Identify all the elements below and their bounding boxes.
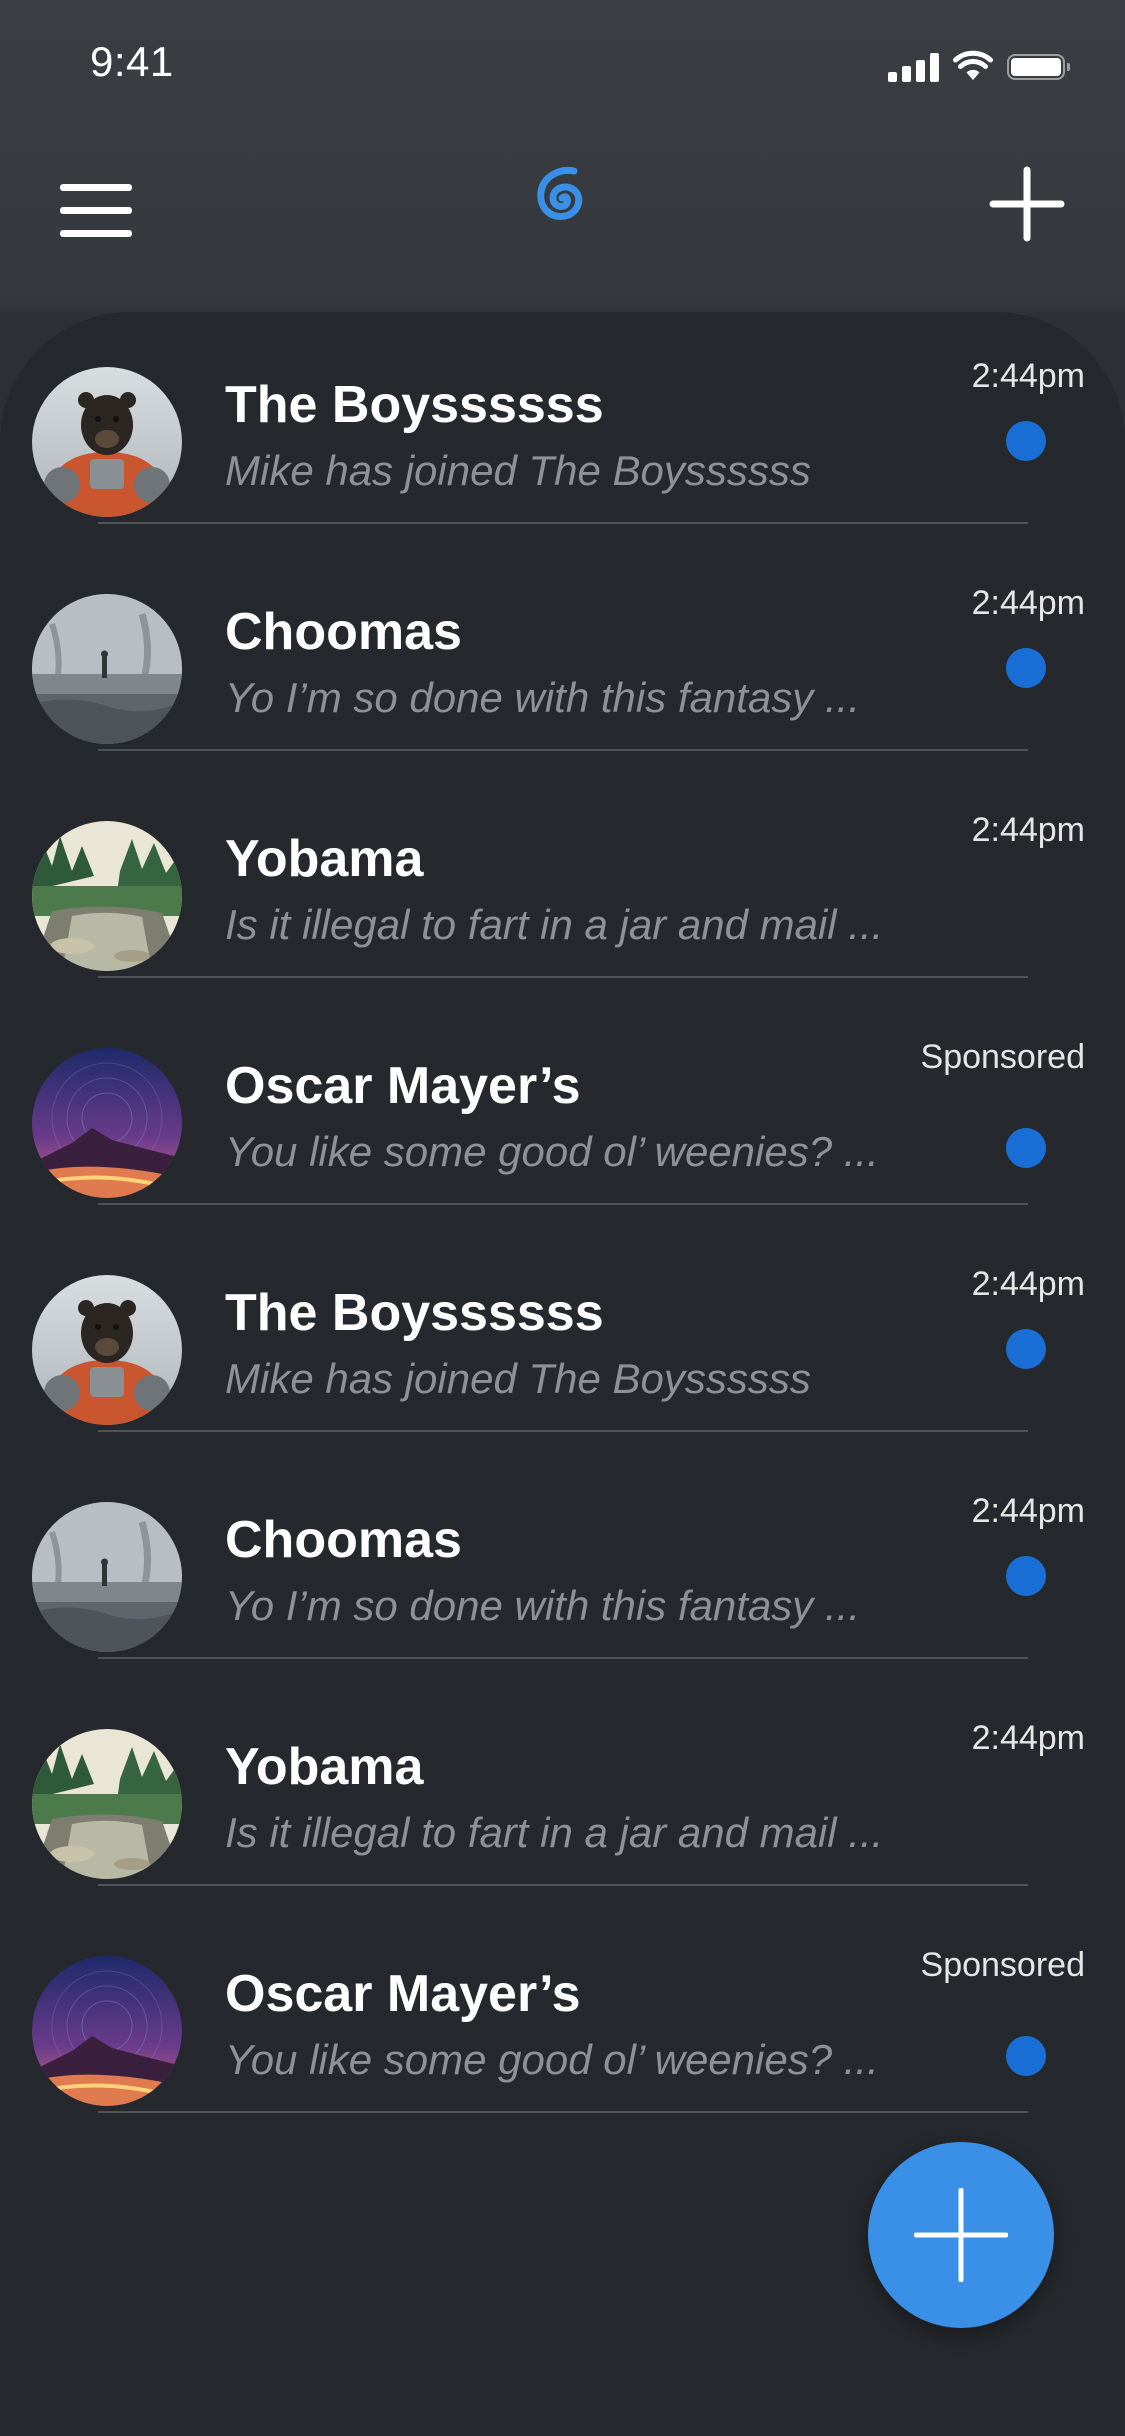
message-preview: Yo I’m so done with this fantasy ... xyxy=(225,674,860,721)
conversation-name: Yobama xyxy=(225,1738,424,1796)
conversation-row[interactable]: Yobama Is it illegal to fart in a jar and… xyxy=(0,751,1125,978)
conversation-name: Oscar Mayer’s xyxy=(225,1965,581,2023)
conversation-name: The Boyssssss xyxy=(225,376,604,434)
timestamp: 2:44pm xyxy=(971,1492,1085,1530)
status-time: 9:41 xyxy=(90,38,174,85)
sponsored-label: Sponsored xyxy=(920,1038,1085,1076)
avatar xyxy=(32,1729,182,1879)
unread-indicator-icon xyxy=(1006,1556,1046,1596)
unread-indicator-icon xyxy=(1006,648,1046,688)
avatar xyxy=(32,1956,182,2106)
conversation-row[interactable]: The Boyssssss Mike has joined The Boyssss… xyxy=(0,1205,1125,1432)
conversation-panel: The Boyssssss Mike has joined The Boyssss… xyxy=(0,312,1125,2436)
timestamp: 2:44pm xyxy=(971,1719,1085,1757)
conversation-name: Oscar Mayer’s xyxy=(225,1057,581,1115)
avatar xyxy=(32,821,182,971)
message-preview: Is it illegal to fart in a jar and mail … xyxy=(225,901,884,948)
app-screen: 9:41 The Boyssssss Mike has joined The B… xyxy=(0,0,1125,2436)
message-preview: Is it illegal to fart in a jar and mail … xyxy=(225,1809,884,1856)
timestamp: 2:44pm xyxy=(971,357,1085,395)
spiral-logo-icon xyxy=(537,166,583,220)
conversation-name: Choomas xyxy=(225,1511,462,1569)
conversation-name: Yobama xyxy=(225,830,424,888)
unread-indicator-icon xyxy=(1006,1329,1046,1369)
battery-icon xyxy=(1007,54,1070,80)
compose-fab-button[interactable] xyxy=(868,2142,1054,2328)
plus-icon xyxy=(989,166,1065,242)
message-preview: Mike has joined The Boyssssss xyxy=(225,447,811,494)
unread-indicator-icon xyxy=(1006,2036,1046,2076)
wifi-icon xyxy=(953,50,993,80)
message-preview: You like some good ol’ weenies? ... xyxy=(225,1128,879,1175)
conversation-name: The Boyssssss xyxy=(225,1284,604,1342)
avatar xyxy=(32,1048,182,1198)
menu-button[interactable] xyxy=(60,170,140,250)
row-divider xyxy=(98,2111,1028,2113)
avatar xyxy=(32,367,182,517)
status-bar: 9:41 xyxy=(0,0,1125,130)
message-preview: Mike has joined The Boyssssss xyxy=(225,1355,811,1402)
timestamp: 2:44pm xyxy=(971,1265,1085,1303)
message-preview: You like some good ol’ weenies? ... xyxy=(225,2036,879,2083)
conversation-row[interactable]: Oscar Mayer’s You like some good ol’ ween… xyxy=(0,978,1125,1205)
sponsored-label: Sponsored xyxy=(920,1946,1085,1984)
avatar xyxy=(32,1502,182,1652)
unread-indicator-icon xyxy=(1006,1128,1046,1168)
hamburger-menu-line xyxy=(60,229,132,237)
new-chat-button[interactable] xyxy=(987,164,1067,244)
timestamp: 2:44pm xyxy=(971,811,1085,849)
message-preview: Yo I’m so done with this fantasy ... xyxy=(225,1582,860,1629)
conversation-row[interactable]: Oscar Mayer’s You like some good ol’ ween… xyxy=(0,1886,1125,2113)
hamburger-menu-line xyxy=(60,206,132,214)
conversation-row[interactable]: Choomas Yo I’m so done with this fantasy … xyxy=(0,1432,1125,1659)
plus-icon xyxy=(914,2188,1008,2282)
hamburger-menu-icon xyxy=(60,183,132,191)
conversation-name: Choomas xyxy=(225,603,462,661)
conversation-row[interactable]: Yobama Is it illegal to fart in a jar and… xyxy=(0,1659,1125,1886)
app-header xyxy=(0,130,1125,310)
unread-indicator-icon xyxy=(1006,421,1046,461)
conversation-row[interactable]: Choomas Yo I’m so done with this fantasy … xyxy=(0,524,1125,751)
timestamp: 2:44pm xyxy=(971,584,1085,622)
conversation-row[interactable]: The Boyssssss Mike has joined The Boyssss… xyxy=(0,297,1125,524)
avatar xyxy=(32,594,182,744)
avatar xyxy=(32,1275,182,1425)
cellular-signal-icon xyxy=(888,52,939,82)
status-icons xyxy=(888,48,1070,82)
